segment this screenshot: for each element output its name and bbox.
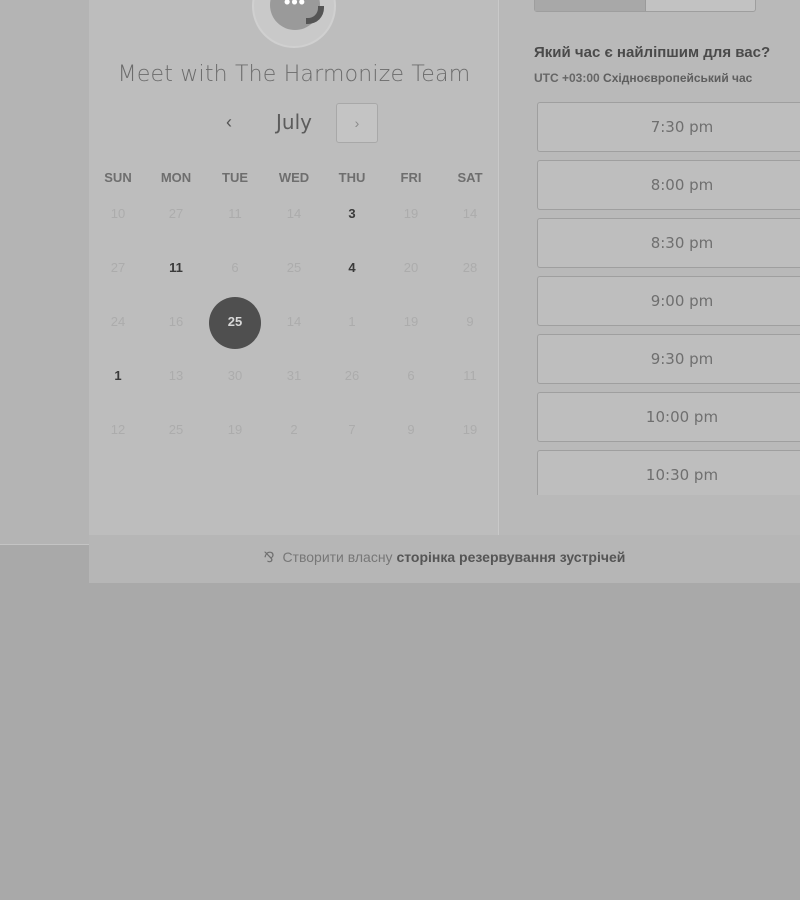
calendar-day: 14 [462,206,478,221]
calendar-day: 11 [463,368,477,383]
create-booking-page-link[interactable]: сторінка резервування зустрічей [396,549,625,565]
calendar-day: 9 [407,422,415,437]
calendar-day: 10 [110,206,126,221]
calendar-day: 2 [290,422,298,437]
weekday-header: SUN MON TUE WED THU FRI SAT [89,170,499,186]
calendar-day: 16 [168,314,184,329]
time-slot-button[interactable]: 10:00 pm [537,392,800,442]
calendar-day: 7 [348,422,356,437]
timezone-offset: UTC +03:00 [534,71,600,85]
chevron-right-icon: › [354,115,360,131]
time-slot-list: 7:30 pm 8:00 pm 8:30 pm 9:00 pm 9:30 pm 10:00… [537,102,800,495]
time-slot-button[interactable]: 7:30 pm [537,102,800,152]
toggle-divider [645,0,646,11]
day-grid: 10 27 11 14 3 19 14 27 11 6 25 4 20 28 24 16 25 14 1 19 9 1 13… [89,192,499,462]
calendar-day: 26 [344,368,360,383]
time-slot-button[interactable]: 9:00 pm [537,276,800,326]
weekday-fri: FRI [400,170,422,185]
weekday-tue: TUE [222,170,248,185]
calendar-day: 14 [286,314,302,329]
chat-bubble-tail [306,6,324,24]
month-label: July [276,110,312,134]
calendar-day: 12 [110,422,126,437]
time-slot-button[interactable]: 8:30 pm [537,218,800,268]
timezone-name: Східноєвропейський час [603,71,753,85]
prev-month-button[interactable]: ‹ [215,108,243,136]
hubspot-sprocket-icon: ⅋ [263,549,275,565]
calendar-day: 11 [228,206,242,221]
selected-day[interactable]: 25 [206,297,264,349]
calendar-day: 27 [110,260,126,275]
calendar-day: 19 [403,206,419,221]
calendar-day: 13 [168,368,184,383]
weekday-thu: THU [338,170,366,185]
time-slot-button[interactable]: 10:30 pm [537,450,800,495]
calendar-day: 24 [110,314,126,329]
calendar-day: 25 [168,422,184,437]
calendar-day: 19 [227,422,243,437]
calendar-day: 19 [403,314,419,329]
calendar-day: 20 [403,260,419,275]
day-number: 25 [227,314,243,329]
next-month-button[interactable]: › [336,103,378,143]
calendar-day: 19 [462,422,478,437]
calendar-day: 14 [286,206,302,221]
calendar-day: 31 [286,368,302,383]
calendar-day[interactable]: 11 [147,246,205,290]
time-question: Який час є найліпшим для вас? [534,44,771,61]
month-navigation: ‹ July › [89,102,499,144]
timezone-label[interactable]: UTC +03:00 Східноєвропейський час [534,71,752,85]
calendar-day: 9 [466,314,474,329]
calendar-day[interactable]: 1 [89,354,147,398]
time-slot-button[interactable]: 9:30 pm [537,334,800,384]
calendar-day: 28 [462,260,478,275]
calendar-day: 27 [168,206,184,221]
weekday-wed: WED [278,170,310,185]
calendar-day: 6 [407,368,415,383]
toggle-option-left[interactable] [535,0,645,11]
footer-prefix: Створити власну [282,549,393,565]
calendar-day: 30 [227,368,243,383]
weekday-mon: MON [160,170,192,185]
time-slot-button[interactable]: 8:00 pm [537,160,800,210]
calendar-day[interactable]: 3 [323,192,381,236]
time-format-toggle[interactable] [534,0,756,12]
meeting-title: Meet with The Harmonize Team [117,62,471,87]
weekday-sun: SUN [104,170,132,185]
calendar-day: 1 [348,314,356,329]
weekday-sat: SAT [457,170,483,185]
calendar-day: 25 [286,260,302,275]
chevron-left-icon: ‹ [226,112,232,132]
calendar-day[interactable]: 4 [323,246,381,290]
calendar-day: 6 [231,260,239,275]
footer: ⅋ Створити власну сторінка резервування … [89,535,800,583]
